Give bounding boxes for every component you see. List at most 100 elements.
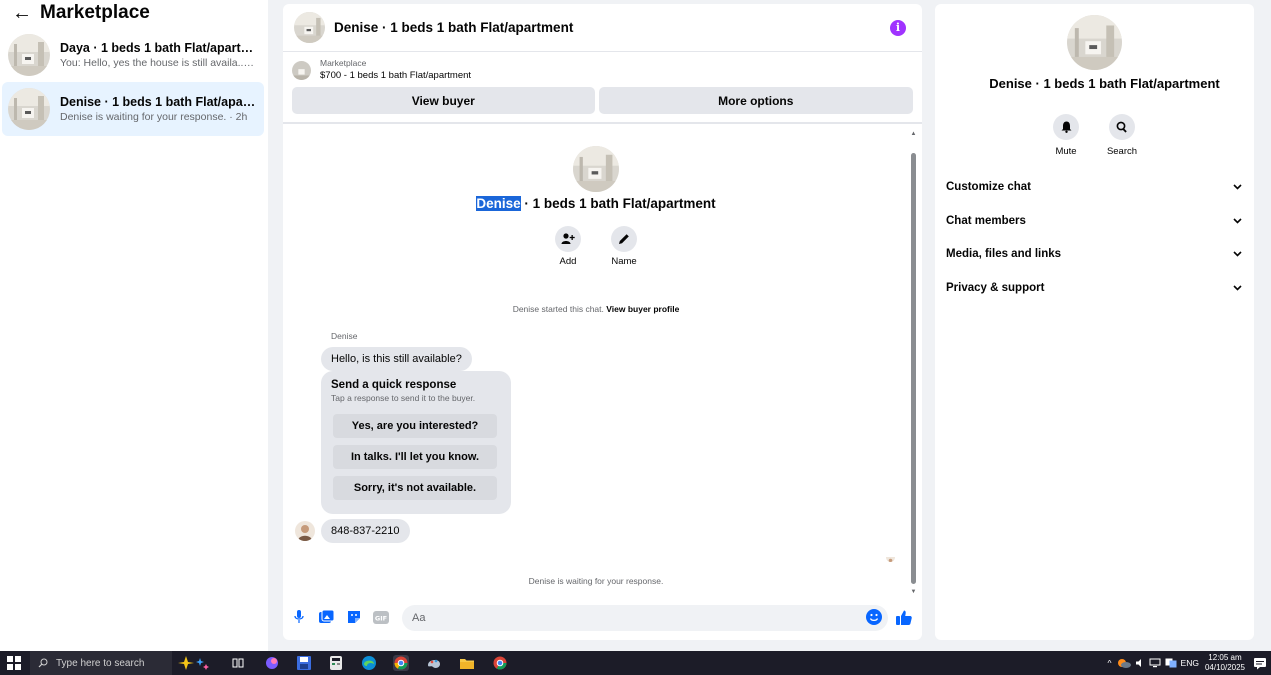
clock-time: 12:05 am <box>1208 653 1242 662</box>
selected-text: Denise <box>476 196 521 211</box>
listing-avatar-icon <box>573 146 619 192</box>
name-button[interactable]: Name <box>604 226 644 267</box>
windows-start-icon[interactable] <box>7 656 21 670</box>
scroll-down-icon[interactable]: ▼ <box>910 589 917 595</box>
chat-started-notice: Denise started this chat. View buyer pro… <box>283 304 909 314</box>
section-privacy-support[interactable]: Privacy & support <box>946 279 1242 297</box>
listing-thumbnail-icon <box>8 88 50 130</box>
listing-thumbnail-icon <box>292 60 311 80</box>
section-media-files-links[interactable]: Media, files and links <box>946 245 1242 263</box>
network-icon[interactable] <box>1149 658 1161 668</box>
taskbar-clock[interactable]: 12:05 am 04/10/2025 <box>1205 653 1245 673</box>
search-button[interactable]: Search <box>1100 114 1144 157</box>
add-label: Add <box>559 256 577 267</box>
thread-title-rest: · 1 beds 1 bath Flat/apartment <box>520 196 716 211</box>
edge-browser-icon[interactable] <box>361 655 377 671</box>
conversation-list-panel: ← Marketplace Daya · 1 beds 1 bath Flat/… <box>0 0 268 651</box>
copilot-sparkle-icon[interactable] <box>176 655 212 671</box>
taskbar-search-placeholder: Type here to search <box>56 657 145 669</box>
conversation-preview: You: Hello, yes the house is still avail… <box>60 57 256 69</box>
section-label: Media, files and links <box>946 248 1062 260</box>
view-buyer-profile-link[interactable]: View buyer profile <box>606 304 679 314</box>
conversation-item-daya[interactable]: Daya · 1 beds 1 bath Flat/apartment You:… <box>2 28 264 82</box>
search-label: Search <box>1106 146 1138 157</box>
quick-response-subtitle: Tap a response to send it to the buyer. <box>331 393 476 403</box>
thread-scrollbar[interactable]: ▲ ▼ <box>910 131 917 597</box>
emoji-icon[interactable] <box>866 609 882 625</box>
search-icon <box>1109 114 1135 140</box>
microphone-icon[interactable] <box>291 609 307 625</box>
speaker-icon[interactable] <box>1135 658 1145 668</box>
clock-date: 04/10/2025 <box>1204 663 1245 672</box>
section-label: Customize chat <box>946 181 1031 193</box>
read-receipt-icon <box>886 553 895 562</box>
conversation-name: Denise · 1 beds 1 bath Flat/apartment <box>60 95 256 109</box>
listing-thumbnail-icon <box>8 34 50 76</box>
started-text: Denise started this chat. <box>512 304 604 314</box>
details-title: Denise · 1 beds 1 bath Flat/apartment <box>989 76 1220 91</box>
message-bubble: Hello, is this still available? <box>321 347 472 371</box>
notification-icon[interactable] <box>1253 656 1267 670</box>
chat-title[interactable]: Denise · 1 beds 1 bath Flat/apartment <box>334 20 573 35</box>
search-icon <box>38 658 48 668</box>
windows-taskbar: Type here to search ^ ENG 12:05 am 04/10… <box>0 651 1271 675</box>
paint-app-icon[interactable] <box>426 655 442 671</box>
waiting-notice: Denise is waiting for your response. <box>528 576 664 586</box>
add-person-icon <box>555 226 581 252</box>
conversation-item-denise[interactable]: Denise · 1 beds 1 bath Flat/apartment De… <box>2 82 264 136</box>
buyer-avatar-icon[interactable] <box>295 521 315 541</box>
chevron-down-icon <box>1232 283 1242 293</box>
more-options-button[interactable]: More options <box>598 87 913 114</box>
view-buyer-button[interactable]: View buyer <box>292 87 595 114</box>
listing-avatar-icon[interactable] <box>294 12 325 43</box>
like-thumb-icon[interactable] <box>896 609 912 625</box>
section-label: Chat members <box>946 215 1026 227</box>
quick-response-option[interactable]: In talks. I'll let you know. <box>333 445 497 469</box>
quick-response-option[interactable]: Sorry, it's not available. <box>333 476 497 500</box>
photo-icon[interactable] <box>318 609 334 625</box>
back-arrow-icon[interactable]: ← <box>12 3 32 23</box>
task-view-icon[interactable] <box>230 655 246 671</box>
left-header: ← Marketplace <box>0 0 268 26</box>
mute-button[interactable]: Mute <box>1044 114 1088 157</box>
chevron-down-icon <box>1232 182 1242 192</box>
chat-details-panel: Denise · 1 beds 1 bath Flat/apartment Mu… <box>935 4 1254 640</box>
chrome-profile-icon[interactable] <box>492 655 508 671</box>
message-input[interactable] <box>402 605 888 631</box>
add-button[interactable]: Add <box>548 226 588 267</box>
sticker-icon[interactable] <box>346 609 362 625</box>
section-customize-chat[interactable]: Customize chat <box>946 178 1242 196</box>
quick-response-option[interactable]: Yes, are you interested? <box>333 414 497 438</box>
language-indicator[interactable]: ENG <box>1181 658 1199 668</box>
sender-name: Denise <box>331 331 358 341</box>
page-title: Marketplace <box>40 2 150 23</box>
name-label: Name <box>611 256 637 267</box>
calculator-app-icon[interactable] <box>328 655 344 671</box>
mute-label: Mute <box>1055 146 1077 157</box>
weather-icon[interactable] <box>1117 658 1131 668</box>
scrollbar-thumb[interactable] <box>911 153 916 584</box>
system-tray: ^ ENG 12:05 am 04/10/2025 <box>1108 651 1267 675</box>
chat-header: Denise · 1 beds 1 bath Flat/apartment i <box>283 4 922 52</box>
quick-response-title: Send a quick response <box>331 379 457 391</box>
file-explorer-icon[interactable] <box>459 655 475 671</box>
taskbar-search-box[interactable]: Type here to search <box>30 651 172 675</box>
section-label: Privacy & support <box>946 282 1045 294</box>
copilot-app-icon[interactable] <box>264 655 280 671</box>
save-disk-app-icon[interactable] <box>296 655 312 671</box>
listing-summary[interactable]: $700 - 1 beds 1 bath Flat/apartment <box>320 69 471 82</box>
gif-icon[interactable]: GIF <box>373 609 389 625</box>
marketplace-label: Marketplace <box>320 58 367 68</box>
info-icon[interactable]: i <box>890 20 906 36</box>
message-composer: GIF <box>283 601 922 637</box>
conversation-preview: Denise is waiting for your response. · 2… <box>60 111 248 123</box>
quick-response-card: Send a quick response Tap a response to … <box>321 371 511 514</box>
message-thread: Denise · 1 beds 1 bath Flat/apartment Ad… <box>283 126 922 594</box>
section-chat-members[interactable]: Chat members <box>946 212 1242 230</box>
language-switch-icon[interactable] <box>1165 658 1177 668</box>
chrome-browser-icon[interactable] <box>393 655 409 671</box>
chevron-up-icon[interactable]: ^ <box>1108 658 1112 668</box>
listing-avatar-icon <box>1067 15 1122 70</box>
chat-panel: Denise · 1 beds 1 bath Flat/apartment i … <box>283 4 922 640</box>
scroll-up-icon[interactable]: ▲ <box>910 131 917 137</box>
